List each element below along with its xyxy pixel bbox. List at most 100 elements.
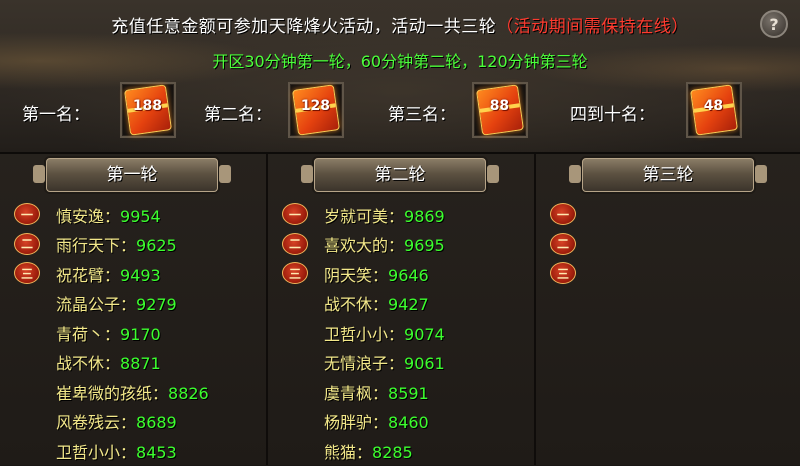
leaderboard-row: 战不休：9427 [268,289,534,319]
player-name: 虞青枫：8591 [324,383,429,403]
player-score: 9427 [388,295,429,315]
header-banner: 充值任意金额可参加天降烽火活动，活动一共三轮（活动期间需保持在线） 开区30分钟… [0,0,800,154]
reward-label-second: 第二名： [204,105,272,125]
player-name: 无情浪子：9061 [324,354,445,374]
reward-amount: 48 [703,98,724,115]
rank-medal-icon: 二 [550,232,576,255]
reward-amount: 88 [489,98,510,115]
round-3-header: 第三轮 [569,158,767,192]
player-name: 战不休：9427 [324,295,429,315]
leaderboard-row: 二 [536,230,800,260]
player-name: 卫哲小小：8453 [56,442,177,462]
round-2-list: 一岁就可美：9869 二喜欢大的：9695 三阴天笑：9646 战不休：9427 卫哲小… [268,200,534,466]
leaderboard-row: 卫哲小小：8453 [0,436,266,466]
round-columns: 第一轮 一慎安逸：9954 二雨行天下：9625 三祝花臂：9493 流晶公子：927… [0,154,800,465]
reward-slot-third[interactable]: 88 [472,82,528,138]
rank-medal-icon: 三 [550,262,576,284]
round-column-3: 第三轮 一二三 [536,154,800,465]
leaderboard-row: 风卷残云：8689 [0,407,266,437]
player-name: 风卷残云：8689 [56,413,177,433]
player-score: 9493 [120,265,161,285]
rank-medal-icon: 二 [14,232,40,255]
round-2-header: 第二轮 [301,158,499,192]
reward-label-fourth-tenth: 四到十名： [570,105,655,125]
rank-medal-icon: 三 [14,262,40,284]
player-score: 9279 [136,295,177,315]
player-name: 战不休：8871 [56,354,161,374]
player-score: 9061 [404,354,445,374]
reward-label-third: 第三名： [388,105,456,125]
player-name: 流晶公子：9279 [56,295,177,315]
round-column-1: 第一轮 一慎安逸：9954 二雨行天下：9625 三祝花臂：9493 流晶公子：927… [0,154,268,465]
player-name: 阴天笑：9646 [324,265,429,285]
player-name: 杨胖驴：8460 [324,413,429,433]
rank-medal-icon: 一 [550,203,576,225]
red-envelope-icon: 88 [476,84,524,136]
player-name: 卫哲小小：9074 [324,324,445,344]
player-name: 雨行天下：9625 [56,236,177,256]
activity-panel: 充值任意金额可参加天降烽火活动，活动一共三轮（活动期间需保持在线） 开区30分钟… [0,0,800,465]
reward-label-first: 第一名： [22,105,90,125]
player-score: 8689 [136,413,177,433]
reward-amount: 128 [300,98,331,115]
leaderboard-row: 青荷丶：9170 [0,318,266,348]
reward-amount: 188 [132,98,163,115]
leaderboard-row: 一慎安逸：9954 [0,200,266,230]
rank-medal-icon: 三 [282,262,308,284]
leaderboard-row: 无情浪子：9061 [268,348,534,378]
player-score: 8285 [372,442,413,462]
player-score: 9625 [136,236,177,256]
activity-warning: （活动期间需保持在线） [496,17,689,37]
player-score: 8826 [168,383,209,403]
player-score: 9170 [120,324,161,344]
player-score: 9695 [404,236,445,256]
player-score: 8453 [136,442,177,462]
reward-row: 第一名： 188 第二名： 128 第三名： 88 四到十名： 48 [0,82,800,142]
leaderboard-row: 二喜欢大的：9695 [268,230,534,260]
leaderboard-row: 三祝花臂：9493 [0,259,266,289]
player-name: 青荷丶：9170 [56,324,161,344]
player-score: 8871 [120,354,161,374]
player-score: 9954 [120,206,161,226]
reward-slot-fourth-tenth[interactable]: 48 [686,82,742,138]
leaderboard-row: 崔卑微的孩纸：8826 [0,377,266,407]
player-name: 喜欢大的：9695 [324,236,445,256]
player-name: 祝花臂：9493 [56,265,161,285]
player-name: 慎安逸：9954 [56,206,161,226]
rank-medal-icon: 一 [14,203,40,225]
help-icon: ? [769,14,779,34]
red-envelope-icon: 128 [292,84,340,136]
player-name: 岁就可美：9869 [324,206,445,226]
activity-schedule: 开区30分钟第一轮，60分钟第二轮，120分钟第三轮 [212,52,588,71]
round-1-header: 第一轮 [33,158,231,192]
leaderboard-row: 三阴天笑：9646 [268,259,534,289]
leaderboard-row: 一岁就可美：9869 [268,200,534,230]
leaderboard-row: 熊猫：8285 [268,436,534,466]
rank-medal-icon: 一 [282,203,308,225]
leaderboard-row: 二雨行天下：9625 [0,230,266,260]
leaderboard-row: 一 [536,200,800,230]
player-score: 9869 [404,206,445,226]
activity-title: 充值任意金额可参加天降烽火活动，活动一共三轮（活动期间需保持在线） [0,12,800,37]
leaderboard-row: 卫哲小小：9074 [268,318,534,348]
player-score: 9646 [388,265,429,285]
round-column-2: 第二轮 一岁就可美：9869 二喜欢大的：9695 三阴天笑：9646 战不休：942… [268,154,536,465]
reward-slot-first[interactable]: 188 [120,82,176,138]
red-envelope-icon: 188 [124,84,172,136]
rank-medal-icon: 二 [282,232,308,255]
red-envelope-icon: 48 [690,84,738,136]
player-name: 熊猫：8285 [324,442,413,462]
reward-slot-second[interactable]: 128 [288,82,344,138]
leaderboard-row: 流晶公子：9279 [0,289,266,319]
leaderboard-row: 杨胖驴：8460 [268,407,534,437]
leaderboard-row: 战不休：8871 [0,348,266,378]
player-score: 8460 [388,413,429,433]
help-button[interactable]: ? [760,10,788,38]
leaderboard-row: 虞青枫：8591 [268,377,534,407]
player-name: 崔卑微的孩纸：8826 [56,383,209,403]
leaderboard-row: 三 [536,259,800,289]
round-3-list: 一二三 [536,200,800,289]
activity-title-text: 充值任意金额可参加天降烽火活动，活动一共三轮 [111,17,497,37]
player-score: 8591 [388,383,429,403]
player-score: 9074 [404,324,445,344]
